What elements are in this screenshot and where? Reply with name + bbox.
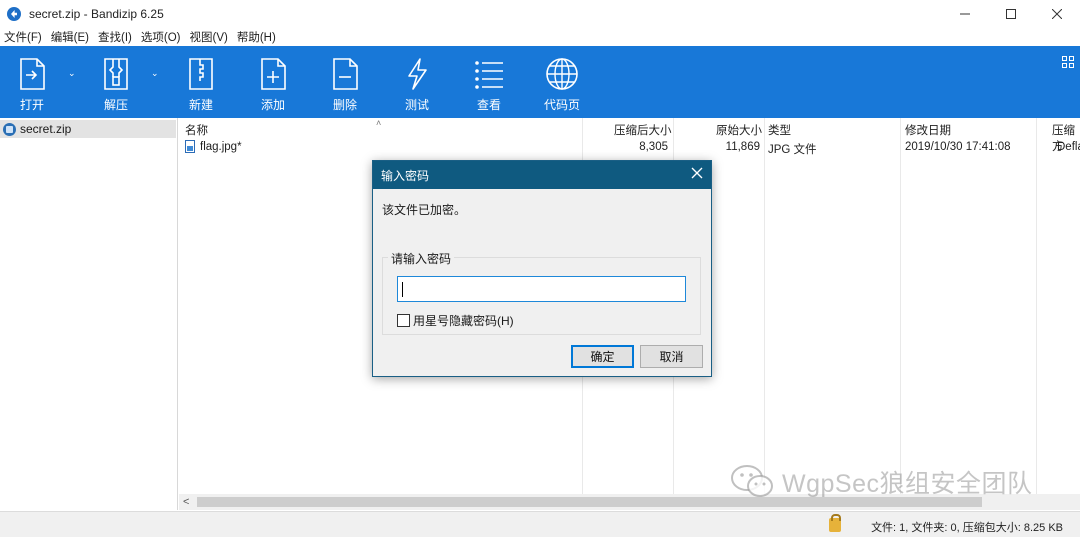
bandizip-app-icon: [7, 7, 21, 21]
column-header-type[interactable]: 类型: [768, 122, 791, 138]
column-header-original-size[interactable]: 原始大小: [716, 122, 762, 138]
password-input[interactable]: [397, 276, 686, 302]
file-name: flag.jpg*: [200, 141, 242, 153]
codepage-label: 代码页: [543, 98, 580, 112]
toolbar: 打开 ⌄ 解压 ⌄ 新建 添加 删除 测试 查看 代码页: [0, 46, 1080, 118]
wechat-icon: [731, 465, 773, 497]
password-group: 请输入密码 用星号隐藏密码(H): [382, 250, 701, 335]
new-archive-button[interactable]: 新建: [183, 46, 219, 118]
password-dialog: 输入密码 该文件已加密。 请输入密码 用星号隐藏密码(H) 确定 取消: [372, 160, 712, 377]
column-separator: [900, 118, 901, 494]
file-modified: 2019/10/30 17:41:08: [905, 141, 1011, 153]
column-separator: [1036, 118, 1037, 494]
window-title: secret.zip - Bandizip 6.25: [29, 7, 164, 21]
file-packed-size: 8,305: [639, 141, 668, 153]
minimize-icon: [960, 13, 970, 15]
archive-tree: secret.zip: [0, 118, 178, 510]
column-header-packed-size[interactable]: 压缩后大小: [614, 122, 672, 138]
list-view-icon: [475, 61, 503, 89]
archive-icon: [3, 122, 16, 136]
lock-icon: [829, 514, 841, 532]
dialog-message: 该文件已加密。: [382, 203, 467, 217]
dialog-title-bar: 输入密码: [373, 161, 711, 189]
lightning-icon: [408, 58, 427, 90]
text-caret: [402, 282, 403, 297]
column-header-name[interactable]: 名称: [185, 122, 208, 138]
hide-password-checkbox[interactable]: 用星号隐藏密码(H): [397, 312, 514, 329]
menu-bar: 文件(F) 编辑(E) 查找(I) 选项(O) 视图(V) 帮助(H): [0, 28, 1080, 46]
add-button[interactable]: 添加: [256, 46, 290, 118]
extract-label: 解压: [103, 98, 128, 112]
file-original-size: 11,869: [725, 141, 760, 153]
globe-icon: [546, 58, 578, 90]
dialog-title: 输入密码: [381, 168, 430, 183]
new-archive-icon: [189, 58, 213, 90]
image-file-icon: [185, 140, 195, 153]
ok-button[interactable]: 确定: [571, 345, 634, 368]
delete-file-icon: [333, 58, 358, 90]
status-text: 文件: 1, 文件夹: 0, 压缩包大小: 8.25 KB: [871, 522, 1063, 534]
layout-menu-icon[interactable]: [1062, 56, 1074, 71]
open-label: 打开: [19, 98, 44, 112]
delete-button[interactable]: 删除: [328, 46, 362, 118]
password-group-label: 请输入密码: [388, 250, 455, 267]
close-window-button[interactable]: [1034, 0, 1080, 28]
delete-label: 删除: [332, 98, 357, 112]
test-label: 测试: [404, 98, 429, 112]
menu-find[interactable]: 查找(I): [94, 29, 137, 45]
open-button[interactable]: 打开: [14, 46, 50, 118]
scroll-left-arrow[interactable]: <: [183, 494, 189, 510]
extract-button[interactable]: 解压: [98, 46, 134, 118]
new-archive-label: 新建: [188, 98, 213, 112]
view-button[interactable]: 查看: [472, 46, 506, 118]
column-header-modified[interactable]: 修改日期: [905, 122, 951, 138]
add-file-icon: [261, 58, 286, 90]
cancel-button[interactable]: 取消: [640, 345, 703, 368]
tree-item-root[interactable]: secret.zip: [0, 120, 176, 138]
maximize-button[interactable]: [988, 0, 1034, 28]
window-controls: [942, 0, 1080, 28]
close-icon: [1052, 9, 1062, 19]
sort-ascending-icon: ˄: [376, 118, 382, 128]
menu-view[interactable]: 视图(V): [186, 29, 233, 45]
codepage-button[interactable]: 代码页: [542, 46, 582, 118]
status-bar: 文件: 1, 文件夹: 0, 压缩包大小: 8.25 KB: [0, 511, 1080, 537]
hide-password-label: 用星号隐藏密码(H): [413, 314, 514, 328]
tree-item-label: secret.zip: [20, 122, 72, 136]
column-separator: [764, 118, 765, 494]
test-button[interactable]: 测试: [400, 46, 434, 118]
checkbox-box[interactable]: [397, 314, 410, 327]
file-type: JPG 文件: [768, 144, 817, 156]
view-label: 查看: [476, 98, 501, 112]
extract-icon: [104, 58, 128, 90]
wechat-watermark: WgpSec狼组安全团队: [730, 464, 1032, 500]
file-method: Defla: [1057, 141, 1080, 153]
menu-edit[interactable]: 编辑(E): [47, 29, 94, 45]
maximize-icon: [1006, 9, 1016, 19]
open-icon: [20, 58, 45, 90]
menu-help[interactable]: 帮助(H): [233, 29, 281, 45]
add-label: 添加: [260, 98, 285, 112]
watermark-text: WgpSec狼组安全团队: [782, 470, 1033, 498]
minimize-button[interactable]: [942, 0, 988, 28]
dialog-close-icon[interactable]: [691, 167, 703, 179]
open-dropdown-icon[interactable]: ⌄: [68, 68, 76, 79]
menu-options[interactable]: 选项(O): [137, 29, 186, 45]
title-bar: secret.zip - Bandizip 6.25: [0, 0, 1080, 28]
menu-file[interactable]: 文件(F): [0, 29, 47, 45]
extract-dropdown-icon[interactable]: ⌄: [151, 68, 159, 79]
